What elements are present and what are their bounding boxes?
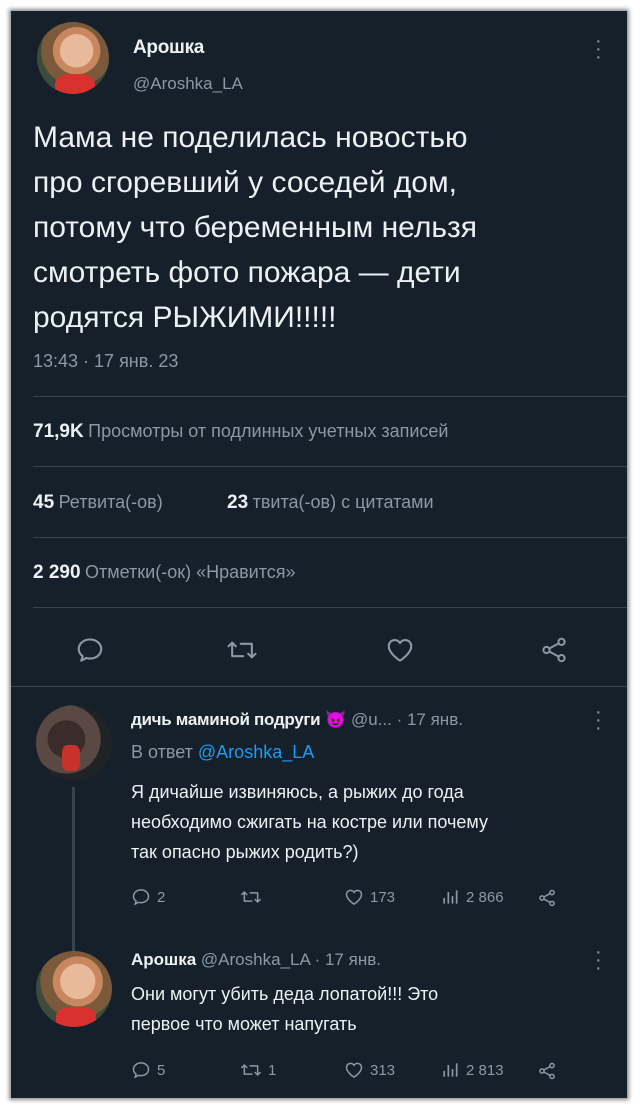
divider	[33, 537, 627, 538]
reply-text-line: Они могут убить деда лопатой!!! Это	[131, 984, 439, 1004]
more-options-icon[interactable]: · · ·	[595, 31, 602, 67]
divider	[11, 686, 627, 687]
views-icon	[443, 1063, 458, 1077]
divider	[33, 396, 627, 397]
views-stat[interactable]: 71,9K Просмотры от подлинных учетных зап…	[33, 421, 448, 443]
retweets-label: Ретвита(-ов)	[58, 492, 163, 512]
likes-stat[interactable]: 2 290 Отметки(-ок) «Нравится»	[33, 562, 296, 584]
share-icon[interactable]	[539, 635, 569, 665]
views-icon	[443, 890, 458, 904]
reply-like-button[interactable]: 173	[344, 887, 395, 907]
views-count: 71,9K	[33, 421, 84, 442]
share-icon[interactable]	[537, 888, 557, 913]
share-icon[interactable]	[537, 1061, 557, 1086]
reply-to-line: В ответ @Aroshka_LA	[131, 742, 314, 763]
reply-retweet-button[interactable]	[240, 887, 268, 907]
tweet-text-line: про сгоревший у соседей дом,	[33, 166, 457, 199]
divider	[33, 466, 627, 467]
views-label: Просмотры от подлинных учетных записей	[88, 421, 449, 441]
like-count: 313	[370, 1061, 396, 1079]
like-icon	[345, 1062, 363, 1078]
retweet-icon	[241, 891, 261, 903]
reply-text-line: необходимо сжигать на костре или почему	[131, 812, 488, 832]
reply-avatar[interactable]	[36, 951, 112, 1027]
reply-to-prefix: В ответ	[131, 742, 193, 762]
like-icon[interactable]	[385, 635, 415, 665]
likes-count: 2 290	[33, 562, 81, 583]
views-count: 2 813	[466, 1061, 504, 1079]
author-handle[interactable]: @Aroshka_LA	[133, 74, 243, 94]
reply-text-line: так опасно рыжих родить?)	[131, 842, 359, 862]
reply-text-line: первое что может напугать	[131, 1014, 357, 1034]
quotes-stat[interactable]: 23 твита(-ов) с цитатами	[227, 492, 434, 514]
divider	[33, 607, 627, 608]
reply-views-button[interactable]: 2 813	[440, 1060, 504, 1080]
reply-retweet-button[interactable]: 1	[240, 1060, 276, 1080]
reply-author-name[interactable]: дичь маминой подруги	[131, 710, 321, 729]
reply-time[interactable]: · 17 янв.	[397, 710, 463, 729]
author-name[interactable]: Арошка	[133, 37, 204, 59]
retweets-stat[interactable]: 45 Ретвита(-ов)	[33, 492, 163, 514]
reply-to-link[interactable]: @Aroshka_LA	[198, 742, 314, 762]
reply-header: дичь маминой подруги 😈 @u... · 17 янв.	[131, 710, 463, 730]
likes-label: Отметки(-ок) «Нравится»	[85, 562, 296, 582]
retweet-icon	[241, 1064, 261, 1076]
screenshot-frame: Арошка @Aroshka_LA · · · Мама не поделилас…	[11, 11, 627, 1098]
retweet-icon[interactable]	[226, 635, 258, 665]
reply-text-line: Я дичайше извиняюсь, а рыжих до года	[131, 782, 464, 802]
reply-header: Арошка @Aroshka_LA · 17 янв.	[131, 950, 381, 970]
quotes-label: твита(-ов) с цитатами	[252, 492, 434, 512]
tweet-text-line: родятся РЫЖИМИ!!!!!	[33, 301, 337, 334]
tweet-text-line: смотреть фото пожара — дети	[33, 256, 461, 289]
reply-text: Они могут убить деда лопатой!!! Это перв…	[131, 979, 626, 1039]
reply-more-options-icon[interactable]: · · ·	[595, 702, 602, 738]
reply-more-options-icon[interactable]: · · ·	[595, 942, 602, 978]
retweets-count: 45	[33, 492, 55, 513]
thread-line	[72, 787, 75, 951]
reply-avatar[interactable]	[36, 705, 112, 781]
reply-count: 5	[157, 1061, 166, 1079]
like-icon	[345, 889, 363, 905]
reply-author-name[interactable]: Арошка	[131, 950, 196, 969]
reply-icon	[132, 1062, 150, 1079]
reply-count: 2	[157, 888, 166, 906]
like-count: 173	[370, 888, 396, 906]
views-count: 2 866	[466, 888, 504, 906]
reply-icon	[132, 889, 150, 906]
reply-like-button[interactable]: 313	[344, 1060, 395, 1080]
quotes-count: 23	[227, 492, 249, 513]
reply-reply-button[interactable]: 2	[131, 887, 165, 907]
avatar[interactable]	[37, 22, 109, 94]
tweet-text: Мама не поделилась новостью про сгоревши…	[33, 115, 623, 340]
reply-author-handle[interactable]: @u...	[351, 710, 392, 729]
reply-time[interactable]: · 17 янв.	[315, 950, 381, 969]
reply-text: Я дичайше извиняюсь, а рыжих до года нео…	[131, 777, 626, 867]
reply-icon[interactable]	[75, 635, 105, 665]
devil-emoji-icon: 😈	[325, 710, 347, 729]
reply-author-handle[interactable]: @Aroshka_LA	[201, 950, 310, 969]
tweet-text-line: Мама не поделилась новостью	[33, 121, 468, 154]
reply-reply-button[interactable]: 5	[131, 1060, 165, 1080]
reply-views-button[interactable]: 2 866	[440, 887, 504, 907]
retweet-count: 1	[268, 1061, 277, 1079]
tweet-text-line: потому что беременным нельзя	[33, 211, 477, 244]
tweet-timestamp[interactable]: 13:43 · 17 янв. 23	[33, 351, 178, 372]
